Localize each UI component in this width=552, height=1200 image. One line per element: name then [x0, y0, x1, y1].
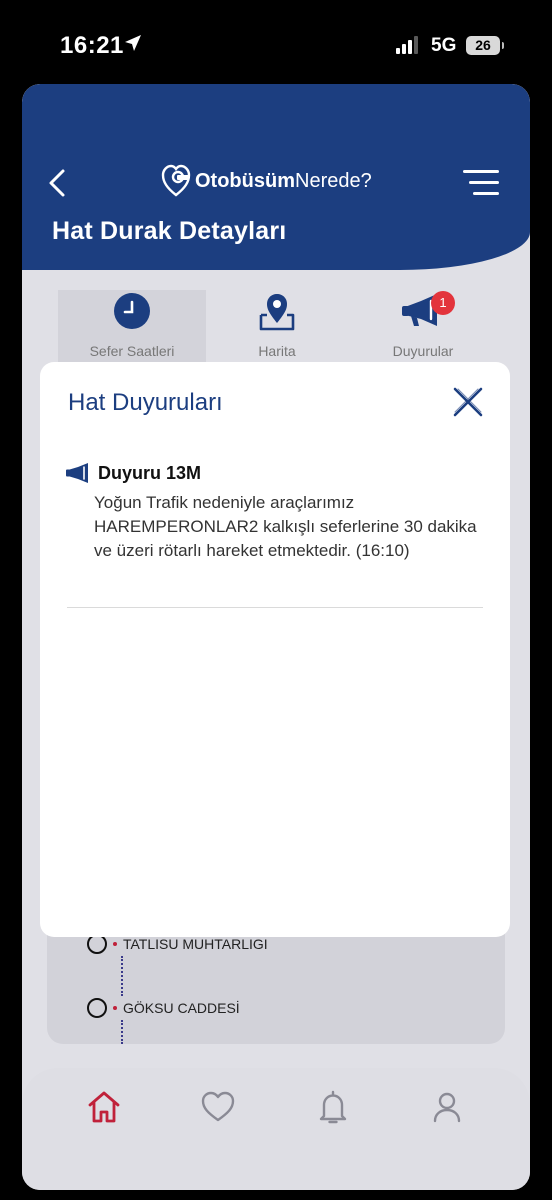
close-button[interactable]	[452, 386, 484, 418]
tab-sefer-saatleri[interactable]: Sefer Saatleri	[58, 290, 206, 362]
tab-label: Duyurular	[392, 343, 454, 359]
back-button[interactable]	[44, 168, 72, 198]
page-title: Hat Durak Detayları	[52, 217, 287, 245]
stop-circle-icon	[87, 998, 107, 1018]
announcement-title: Duyuru 13M	[98, 462, 202, 483]
status-bar: 16:21 5G 26	[0, 0, 552, 84]
detail-tabs: Sefer Saatleri Harita 1 Duyurular	[58, 290, 494, 362]
map-pin-icon	[259, 294, 295, 331]
network-type: 5G	[431, 35, 457, 56]
app-header: Otobüsüm Nerede? Hat Durak Detayları	[22, 84, 530, 270]
heart-icon[interactable]	[199, 1088, 237, 1126]
tab-duyurular[interactable]: 1 Duyurular	[349, 290, 497, 362]
location-arrow-icon	[125, 35, 141, 51]
signal-icon	[396, 36, 422, 54]
logo-text-bold: Otobüsüm	[195, 169, 295, 192]
divider	[67, 607, 483, 608]
home-icon[interactable]	[85, 1088, 123, 1126]
bell-icon[interactable]	[314, 1088, 352, 1126]
app-screen: Otobüsüm Nerede? Hat Durak Detayları Sefe…	[22, 84, 530, 1190]
tab-label: Sefer Saatleri	[89, 343, 175, 359]
logo-bus-heart-icon	[161, 164, 191, 197]
modal-title: Hat Duyuruları	[68, 389, 223, 416]
announcement-item: Duyuru 13M Yoğun Trafik nedeniyle araçla…	[66, 462, 486, 563]
notification-badge: 1	[431, 291, 455, 315]
battery-icon: 26	[466, 36, 504, 55]
tab-harita[interactable]: Harita	[203, 290, 351, 362]
bottom-nav	[22, 1068, 530, 1190]
stop-circle-icon	[87, 934, 107, 954]
stop-name: TATLISU MUHTARLIGI	[123, 936, 268, 952]
logo-text-light: Nerede?	[295, 169, 372, 192]
menu-button[interactable]	[463, 170, 499, 196]
list-item[interactable]: GÖKSU CADDESİ	[87, 997, 240, 1019]
stop-name: GÖKSU CADDESİ	[123, 1000, 240, 1016]
announcement-body: Yoğun Trafik nedeniyle araçlarımız HAREM…	[94, 493, 477, 560]
megaphone-icon	[66, 463, 88, 483]
route-line	[121, 956, 123, 996]
clock-icon	[114, 293, 150, 329]
status-time: 16:21	[60, 32, 124, 59]
app-logo: Otobüsüm Nerede?	[161, 164, 372, 198]
route-line	[121, 1020, 123, 1044]
announcements-modal: Hat Duyuruları Duyuru 13M Yoğun Trafik n…	[40, 362, 510, 937]
tab-label: Harita	[258, 343, 296, 359]
user-icon[interactable]	[428, 1088, 466, 1126]
